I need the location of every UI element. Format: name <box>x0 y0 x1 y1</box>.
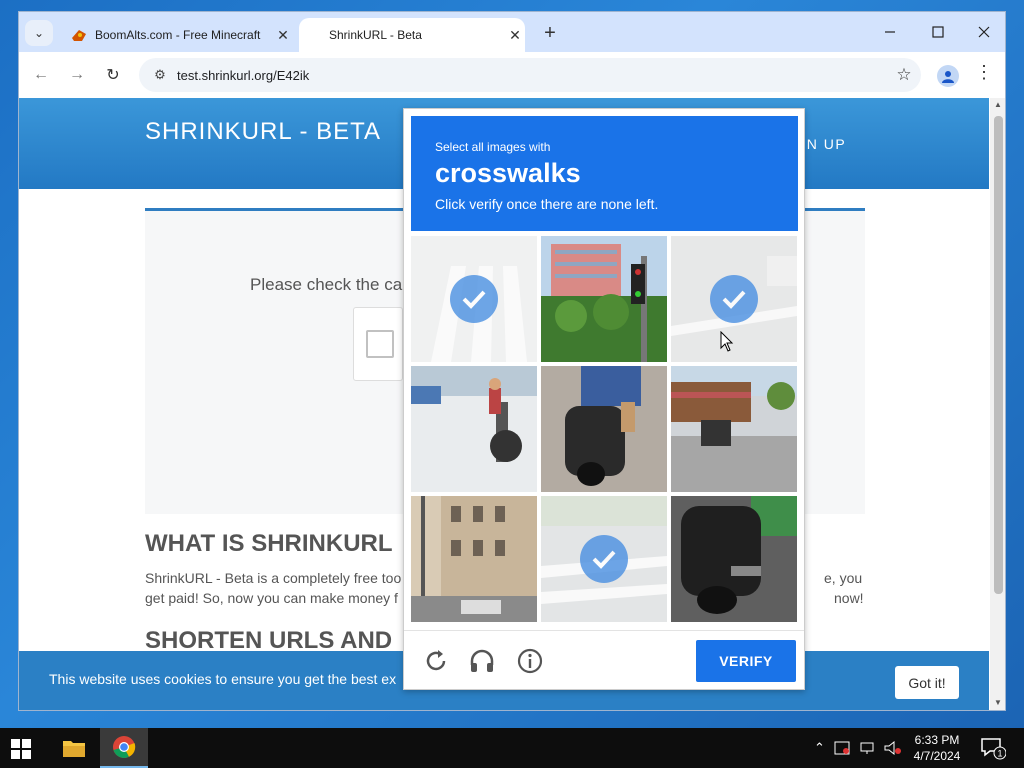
clock-date: 4/7/2024 <box>913 749 961 763</box>
reload-icon[interactable] <box>422 647 450 675</box>
captcha-tile[interactable] <box>671 366 797 492</box>
captcha-footer: VERIFY <box>404 630 804 690</box>
file-explorer-button[interactable] <box>50 728 98 768</box>
arrow-left-icon: ← <box>33 66 49 83</box>
captcha-tile[interactable] <box>411 366 537 492</box>
what-is-heading: WHAT IS SHRINKURL <box>145 530 393 557</box>
checkmark-icon <box>450 275 498 323</box>
tab-close-icon[interactable]: ✕ <box>273 27 293 44</box>
browser-toolbar: ← → ↻ ⚙ test.shrinkurl.org/E42ik ☆ ⋮ <box>19 52 1005 98</box>
reload-button[interactable]: ↻ <box>99 61 127 89</box>
system-tray: ⌃ <box>814 728 914 768</box>
verify-button[interactable]: VERIFY <box>696 640 796 682</box>
check-prompt: Please check the ca <box>250 275 403 294</box>
close-icon <box>978 26 990 38</box>
captcha-challenge: Select all images with crosswalks Click … <box>403 108 805 690</box>
captcha-tile[interactable] <box>671 236 797 362</box>
taskbar-clock[interactable]: 6:33 PM 4/7/2024 <box>906 732 968 764</box>
tab-close-icon[interactable]: ✕ <box>505 27 525 44</box>
chevron-up-icon[interactable]: ⌃ <box>814 740 825 756</box>
person-icon <box>942 71 954 83</box>
tab-strip: ⌄ BoomAlts.com - Free Minecraft ✕ Shrink… <box>19 12 1005 52</box>
mouse-cursor-icon <box>720 331 734 352</box>
what-is-text-line: e, you <box>824 570 863 586</box>
network-icon[interactable] <box>859 741 875 755</box>
new-tab-button[interactable]: + <box>537 20 563 46</box>
maximize-icon <box>932 26 944 38</box>
recaptcha-checkbox[interactable] <box>366 330 394 358</box>
captcha-tile[interactable] <box>541 236 667 362</box>
minimize-button[interactable] <box>867 18 913 46</box>
recaptcha-widget <box>353 307 403 381</box>
url-text[interactable]: test.shrinkurl.org/E42ik <box>177 68 887 83</box>
headphones-icon[interactable] <box>468 647 496 675</box>
cookie-text: This website uses cookies to ensure you … <box>49 671 397 687</box>
tab-title: BoomAlts.com - Free Minecraft <box>95 28 261 42</box>
captcha-instruction: Select all images with <box>435 140 551 154</box>
security-icon[interactable] <box>834 741 850 755</box>
scroll-thumb[interactable] <box>994 116 1003 594</box>
captcha-header: Select all images with crosswalks Click … <box>411 116 798 231</box>
browser-menu-button[interactable]: ⋮ <box>974 62 994 88</box>
address-bar[interactable]: ⚙ test.shrinkurl.org/E42ik ☆ <box>139 58 921 92</box>
site-brand[interactable]: SHRINKURL - BETA <box>145 118 381 146</box>
cookie-accept-button[interactable]: Got it! <box>895 666 959 699</box>
what-is-text-line: now! <box>834 590 864 606</box>
captcha-tile[interactable] <box>541 496 667 622</box>
captcha-tile[interactable] <box>671 496 797 622</box>
captcha-target-word: crosswalks <box>435 158 581 188</box>
captcha-tile[interactable] <box>541 366 667 492</box>
forward-button[interactable]: → <box>63 61 91 89</box>
notification-icon: 1 <box>981 738 1007 760</box>
reload-icon: ↻ <box>106 67 120 84</box>
info-icon[interactable] <box>516 647 544 675</box>
speaker-muted-icon[interactable] <box>884 741 902 755</box>
site-info-icon[interactable]: ⚙ <box>143 67 177 83</box>
windows-start-icon[interactable] <box>10 738 32 760</box>
chevron-down-icon: ⌄ <box>33 26 45 40</box>
what-is-text-right: e, you now! <box>824 568 924 608</box>
captcha-image-grid <box>411 236 798 623</box>
minimize-icon <box>885 31 895 33</box>
notification-center-button[interactable]: 1 <box>980 736 1007 760</box>
tab-shrinkurl[interactable]: ShrinkURL - Beta ✕ <box>299 18 525 52</box>
captcha-tile[interactable] <box>411 496 537 622</box>
checkmark-icon <box>580 535 628 583</box>
folder-icon <box>63 741 85 757</box>
tab-title: ShrinkURL - Beta <box>329 28 422 42</box>
profile-avatar[interactable] <box>937 65 959 87</box>
windows-taskbar: ⌃ 6:33 PM 4/7/2024 1 <box>0 728 1024 768</box>
chrome-taskbar-button[interactable] <box>100 728 148 768</box>
tab-search-button[interactable]: ⌄ <box>25 20 53 46</box>
arrow-right-icon: → <box>69 66 85 83</box>
captcha-sub-instruction: Click verify once there are none left. <box>435 196 659 212</box>
clock-time: 6:33 PM <box>914 733 960 747</box>
scroll-down-icon[interactable]: ▼ <box>994 698 1002 707</box>
back-button[interactable]: ← <box>27 61 55 89</box>
boomalts-favicon-icon <box>72 30 86 41</box>
notification-count: 1 <box>997 749 1002 759</box>
page-scrollbar[interactable]: ▲ ▼ <box>990 98 1005 710</box>
maximize-button[interactable] <box>915 18 961 46</box>
scroll-up-icon[interactable]: ▲ <box>994 100 1002 109</box>
kebab-menu-icon: ⋮ <box>975 62 993 82</box>
checkmark-icon <box>710 275 758 323</box>
captcha-tile[interactable] <box>411 236 537 362</box>
close-window-button[interactable] <box>961 18 1005 46</box>
bookmark-star-icon[interactable]: ☆ <box>887 65 921 85</box>
tab-boomalts[interactable]: BoomAlts.com - Free Minecraft ✕ <box>63 18 293 52</box>
chrome-icon <box>113 736 136 758</box>
